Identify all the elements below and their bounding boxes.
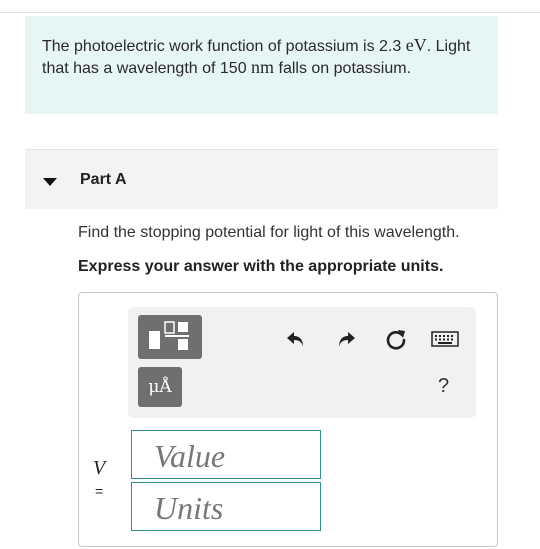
unit-nm: nm xyxy=(251,57,275,77)
templates-button[interactable] xyxy=(138,315,202,359)
problem-statement: The photoelectric work function of potas… xyxy=(25,16,498,114)
units-button[interactable]: μÅ xyxy=(138,367,182,407)
equals-sign: = xyxy=(95,483,104,499)
keyboard-icon[interactable] xyxy=(430,326,460,352)
problem-text-1: The photoelectric work function of potas… xyxy=(42,38,406,55)
math-toolbar: μÅ ? xyxy=(128,307,476,418)
answer-variable: V xyxy=(93,457,106,479)
top-divider xyxy=(0,12,540,13)
help-button[interactable]: ? xyxy=(438,375,449,398)
templates-icon xyxy=(149,321,189,350)
problem-text-3: falls on potassium. xyxy=(274,60,412,77)
redo-icon[interactable] xyxy=(333,326,359,352)
answer-area: μÅ ? V = Value Units xyxy=(78,292,498,547)
part-a-header[interactable]: Part A xyxy=(25,149,498,209)
part-title: Part A xyxy=(80,171,127,188)
page: The photoelectric work function of potas… xyxy=(0,0,540,549)
undo-icon[interactable] xyxy=(283,326,309,352)
units-input[interactable] xyxy=(131,482,321,531)
unit-ev: eV xyxy=(405,35,427,55)
question-text: Find the stopping potential for light of… xyxy=(78,224,460,241)
instruction-text: Express your answer with the appropriate… xyxy=(78,258,444,275)
collapse-caret-icon[interactable] xyxy=(43,178,57,186)
reset-icon[interactable] xyxy=(383,326,409,352)
value-input[interactable] xyxy=(131,430,321,479)
